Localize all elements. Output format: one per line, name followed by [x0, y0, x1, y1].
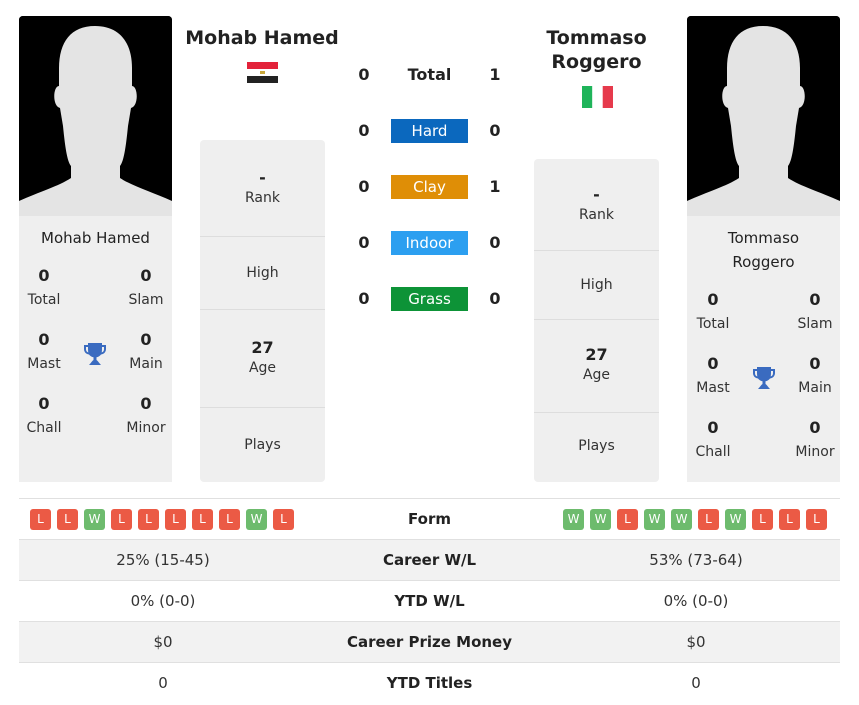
- high-row: High: [534, 251, 659, 320]
- title-mast: 0 Mast: [27, 330, 61, 372]
- rank-row: - Rank: [534, 159, 659, 251]
- clay-surface-label[interactable]: Clay: [391, 175, 468, 199]
- grass-surface-label[interactable]: Grass: [391, 287, 468, 311]
- title-chall: 0 Chall: [26, 394, 62, 436]
- form-win-badge[interactable]: W: [725, 509, 746, 530]
- indoor-surface-label[interactable]: Indoor: [391, 231, 468, 255]
- high-row: High: [200, 237, 325, 310]
- form-loss-badge[interactable]: L: [30, 509, 51, 530]
- title-main: 0 Main: [798, 354, 832, 396]
- form-loss-badge[interactable]: L: [806, 509, 827, 530]
- player2-info: - Rank High 27 Age Plays: [534, 159, 659, 482]
- hard-surface-label[interactable]: Hard: [391, 119, 468, 143]
- form-loss-badge[interactable]: L: [273, 509, 294, 530]
- age-row: 27 Age: [200, 310, 325, 408]
- plays-row: Plays: [578, 438, 615, 454]
- form-win-badge[interactable]: W: [644, 509, 665, 530]
- player2-card: Tommaso Roggero 0 Total 0 Slam 0 Mast 0 Main…: [687, 216, 840, 482]
- title-main: 0 Main: [129, 330, 163, 372]
- form-win-badge[interactable]: W: [590, 509, 611, 530]
- title-slam: 0 Slam: [797, 290, 833, 332]
- title-minor: 0 Minor: [126, 394, 166, 436]
- player2-card-name: Tommaso Roggero: [727, 229, 800, 271]
- player2-form: WWLWWLWLLL: [563, 509, 827, 530]
- form-loss-badge[interactable]: L: [698, 509, 719, 530]
- form-win-badge[interactable]: W: [671, 509, 692, 530]
- player2-photo: [687, 16, 840, 216]
- form-loss-badge[interactable]: L: [138, 509, 159, 530]
- rank-row: - Rank: [200, 140, 325, 237]
- player1-photo: [19, 16, 172, 216]
- comparison-table: LLWLLLLLWL Form WWLWWLWLLL 25% (15-45) C…: [19, 498, 840, 703]
- player1-info: - Rank High 27 Age Plays: [200, 140, 325, 482]
- h2h-grass: 0 Grass 0: [340, 287, 520, 311]
- form-loss-badge[interactable]: L: [57, 509, 78, 530]
- table-row-form: LLWLLLLLWL Form WWLWWLWLLL: [19, 498, 840, 539]
- h2h-hard: 0 Hard 0: [340, 119, 520, 143]
- trophy-icon: [751, 365, 777, 391]
- title-chall: 0 Chall: [695, 418, 731, 460]
- italy-flag-icon: [582, 86, 613, 108]
- form-loss-badge[interactable]: L: [219, 509, 240, 530]
- table-row: 0% (0-0) YTD W/L 0% (0-0): [19, 580, 840, 621]
- table-row: 25% (15-45) Career W/L 53% (73-64): [19, 539, 840, 580]
- h2h-total: 0 Total 1: [358, 65, 501, 84]
- form-loss-badge[interactable]: L: [752, 509, 773, 530]
- age-row: 27 Age: [534, 320, 659, 413]
- title-minor: 0 Minor: [795, 418, 835, 460]
- form-loss-badge[interactable]: L: [617, 509, 638, 530]
- trophy-icon: [82, 341, 108, 367]
- plays-row: Plays: [244, 437, 281, 453]
- avatar-silhouette-icon: [687, 16, 840, 216]
- form-win-badge[interactable]: W: [563, 509, 584, 530]
- title-total: 0 Total: [27, 266, 61, 308]
- h2h-clay: 0 Clay 1: [340, 175, 520, 199]
- player2-name[interactable]: Tommaso Roggero: [520, 26, 673, 74]
- h2h-indoor: 0 Indoor 0: [340, 231, 520, 255]
- form-loss-badge[interactable]: L: [779, 509, 800, 530]
- title-total: 0 Total: [696, 290, 730, 332]
- table-row: 0 YTD Titles 0: [19, 662, 840, 703]
- form-loss-badge[interactable]: L: [165, 509, 186, 530]
- table-row: $0 Career Prize Money $0: [19, 621, 840, 662]
- player1-card: Mohab Hamed 0 Total 0 Slam 0 Mast 0 Main 0 Ch…: [19, 216, 172, 482]
- player1-form: LLWLLLLLWL: [30, 509, 294, 530]
- player1-name[interactable]: Mohab Hamed: [176, 26, 348, 50]
- form-win-badge[interactable]: W: [246, 509, 267, 530]
- form-win-badge[interactable]: W: [84, 509, 105, 530]
- avatar-silhouette-icon: [19, 16, 172, 216]
- form-loss-badge[interactable]: L: [192, 509, 213, 530]
- title-mast: 0 Mast: [696, 354, 730, 396]
- player1-card-name: Mohab Hamed: [41, 229, 150, 247]
- title-slam: 0 Slam: [128, 266, 164, 308]
- form-loss-badge[interactable]: L: [111, 509, 132, 530]
- egypt-flag-icon: [247, 62, 278, 84]
